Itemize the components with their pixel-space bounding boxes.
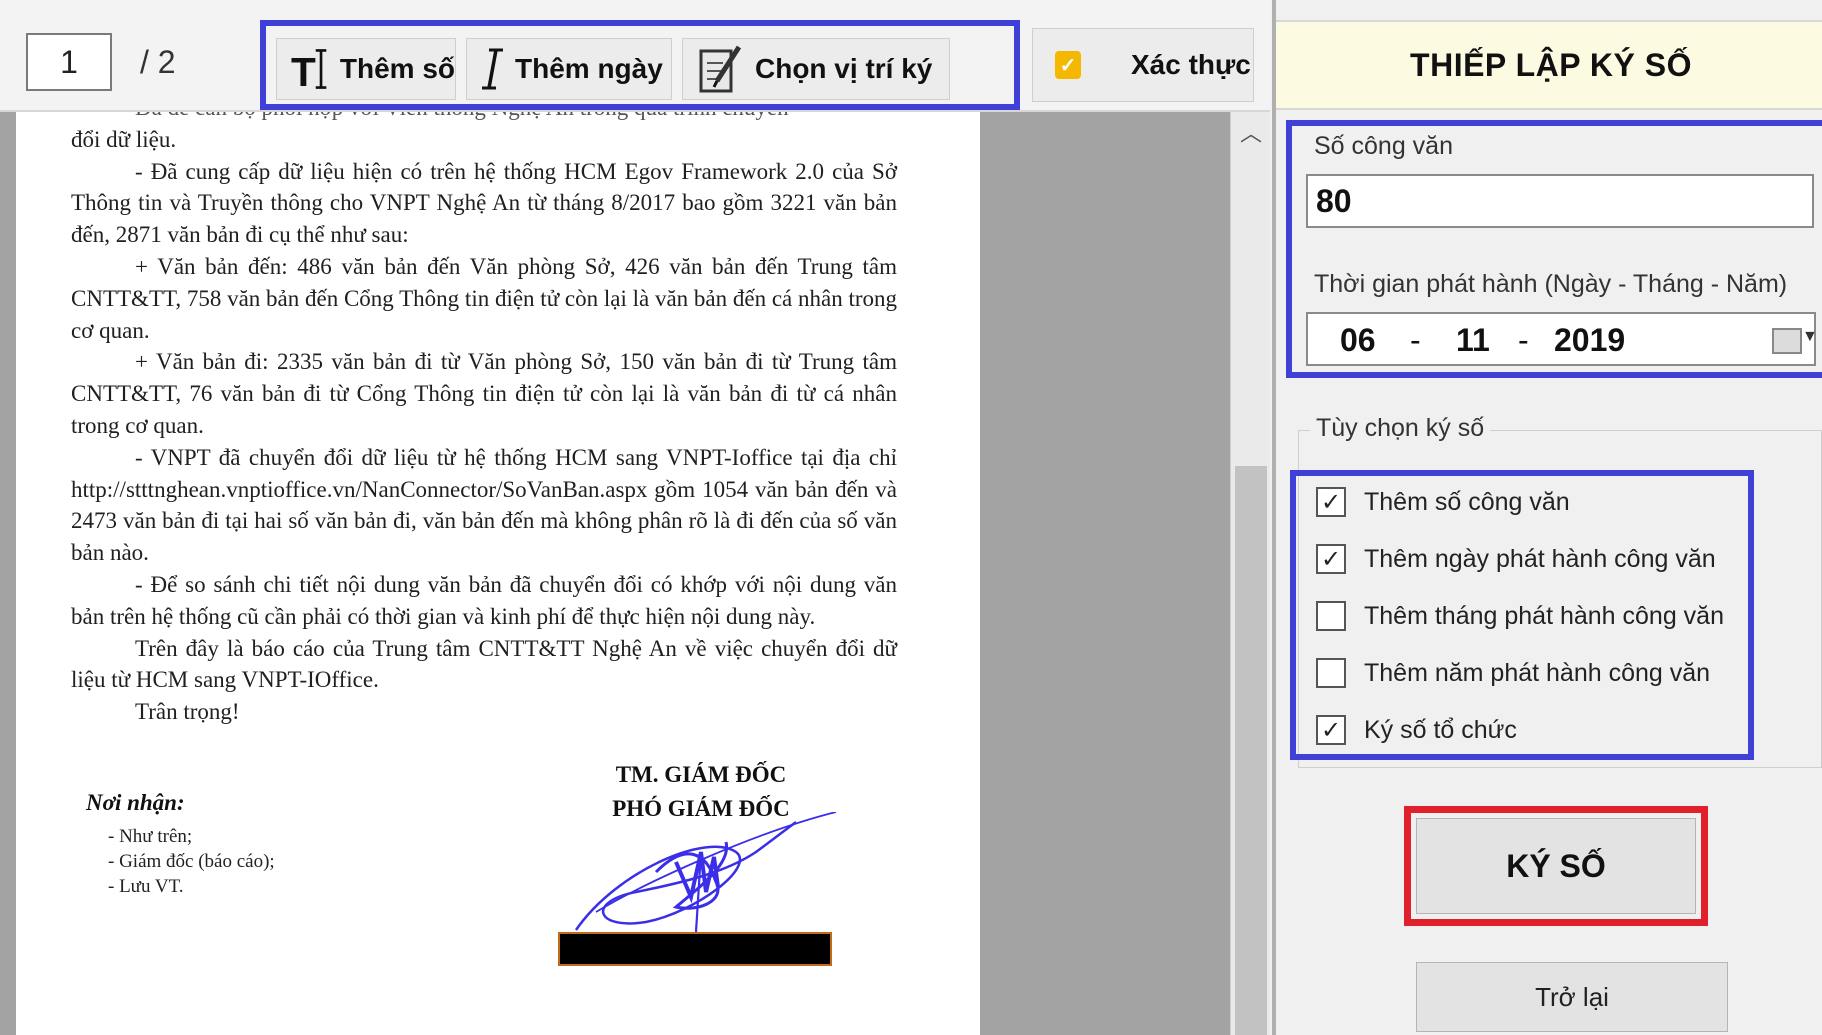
recipients-list: - Như trên; - Giám đốc (báo cáo); - Lưu … (108, 824, 275, 899)
sign-button[interactable]: KÝ SỐ (1416, 818, 1696, 914)
option-organization-sign[interactable]: ✓ Ký số tổ chức (1316, 712, 1517, 748)
options-legend: Tùy chọn ký số (1310, 414, 1491, 443)
doc-paragraph: + Văn bản đến: 486 văn bản đến Văn phòng… (71, 253, 898, 343)
scroll-thumb[interactable] (1235, 466, 1267, 1035)
toolbar: 1 / 2 T Thêm số Thêm ngày Chọn vị trí ký… (0, 0, 1270, 112)
date-year[interactable]: 2019 (1554, 322, 1625, 359)
doc-paragraph: Trên đây là báo cáo của Trung tâm CNTT&T… (71, 635, 897, 693)
scroll-up-icon[interactable]: ︿ (1231, 112, 1271, 152)
option-add-year[interactable]: Thêm năm phát hành công văn (1316, 655, 1710, 691)
option-label: Ký số tổ chức (1364, 715, 1517, 744)
app-window: 1 / 2 T Thêm số Thêm ngày Chọn vị trí ký… (0, 0, 1822, 1035)
handwritten-signature (574, 812, 837, 933)
date-day[interactable]: 06 (1340, 322, 1376, 359)
calendar-icon[interactable] (1772, 328, 1802, 354)
number-label: Số công văn (1314, 132, 1453, 160)
option-label: Thêm tháng phát hành công văn (1364, 601, 1724, 630)
add-date-button[interactable]: Thêm ngày (466, 38, 672, 100)
text-cursor-icon: T (291, 49, 327, 94)
recipient-item: - Lưu VT. (108, 876, 184, 897)
verify-button[interactable]: ✓ Xác thực (1032, 28, 1254, 102)
document-body: Đã đề cán bộ phối hợp với Viễn thông Ngh… (71, 112, 897, 728)
pen-paper-icon (699, 45, 742, 93)
checkbox-checked-icon[interactable]: ✓ (1316, 544, 1346, 574)
recipients-title: Nơi nhận: (86, 790, 185, 815)
option-add-month[interactable]: Thêm tháng phát hành công văn (1316, 598, 1724, 634)
checkmark-icon: ✓ (1055, 51, 1081, 79)
document-page: Đã đề cán bộ phối hợp với Viễn thông Ngh… (16, 112, 980, 1035)
checkbox-checked-icon[interactable]: ✓ (1316, 487, 1346, 517)
doc-paragraph: - Để so sánh chi tiết nội dung văn bản đ… (71, 571, 897, 629)
italic-cursor-icon (482, 48, 503, 90)
signing-settings-panel: THIẾP LẬP KÝ SỐ Số công văn 80 Thời gian… (1272, 0, 1822, 1035)
checkbox-unchecked-icon[interactable] (1316, 658, 1346, 688)
back-button[interactable]: Trở lại (1416, 962, 1728, 1032)
doc-paragraph: Trân trọng! (135, 699, 240, 725)
option-label: Thêm số công văn (1364, 487, 1570, 516)
doc-paragraph: - VNPT đã chuyển đổi dữ liệu từ hệ thống… (71, 444, 897, 566)
date-separator: - (1518, 322, 1529, 358)
page-total: / 2 (140, 44, 176, 80)
recipient-item: - Như trên; (108, 826, 193, 847)
tools-highlight-box: T Thêm số Thêm ngày Chọn vị trí ký (260, 20, 1020, 110)
add-number-button[interactable]: T Thêm số (276, 38, 456, 100)
svg-text:T: T (291, 49, 316, 94)
document-number-input[interactable]: 80 (1306, 174, 1814, 228)
doc-paragraph: - Đã cung cấp dữ liệu hiện có trên hệ th… (71, 158, 897, 248)
redacted-name-bar (558, 932, 832, 966)
date-month[interactable]: 11 (1456, 322, 1490, 359)
page-number-input[interactable]: 1 (26, 33, 112, 91)
document-viewer: Đã đề cán bộ phối hợp với Viễn thông Ngh… (0, 112, 1270, 1035)
checkbox-unchecked-icon[interactable] (1316, 601, 1346, 631)
choose-position-label: Chọn vị trí ký (755, 53, 933, 84)
issue-date-picker[interactable]: 06 - 11 - 2019 ▼ (1306, 312, 1818, 366)
option-label: Thêm ngày phát hành công văn (1364, 544, 1716, 573)
date-label: Thời gian phát hành (Ngày - Tháng - Năm) (1314, 270, 1788, 298)
add-number-label: Thêm số (339, 53, 455, 84)
doc-paragraph: Đã đề cán bộ phối hợp với Viễn thông Ngh… (71, 112, 897, 124)
panel-title: THIẾP LẬP KÝ SỐ (1276, 20, 1822, 110)
chevron-down-icon[interactable]: ▼ (1802, 328, 1818, 346)
option-label: Thêm năm phát hành công văn (1364, 658, 1711, 687)
doc-paragraph: + Văn bản đi: 2335 văn bản đi từ Văn phò… (71, 349, 897, 438)
date-separator: - (1410, 322, 1421, 358)
choose-position-button[interactable]: Chọn vị trí ký (682, 38, 950, 100)
add-date-label: Thêm ngày (515, 53, 663, 84)
document-scrollbar[interactable]: ︿ (1230, 112, 1270, 1035)
option-add-number[interactable]: ✓ Thêm số công văn (1316, 484, 1570, 520)
option-add-date[interactable]: ✓ Thêm ngày phát hành công văn (1316, 541, 1716, 577)
doc-paragraph: đổi dữ liệu. (71, 126, 177, 152)
verify-label: Xác thực (1131, 49, 1251, 80)
recipient-item: - Giám đốc (báo cáo); (108, 851, 275, 872)
signer-line-1: TM. GIÁM ĐỐC (615, 762, 787, 787)
checkbox-checked-icon[interactable]: ✓ (1316, 715, 1346, 745)
